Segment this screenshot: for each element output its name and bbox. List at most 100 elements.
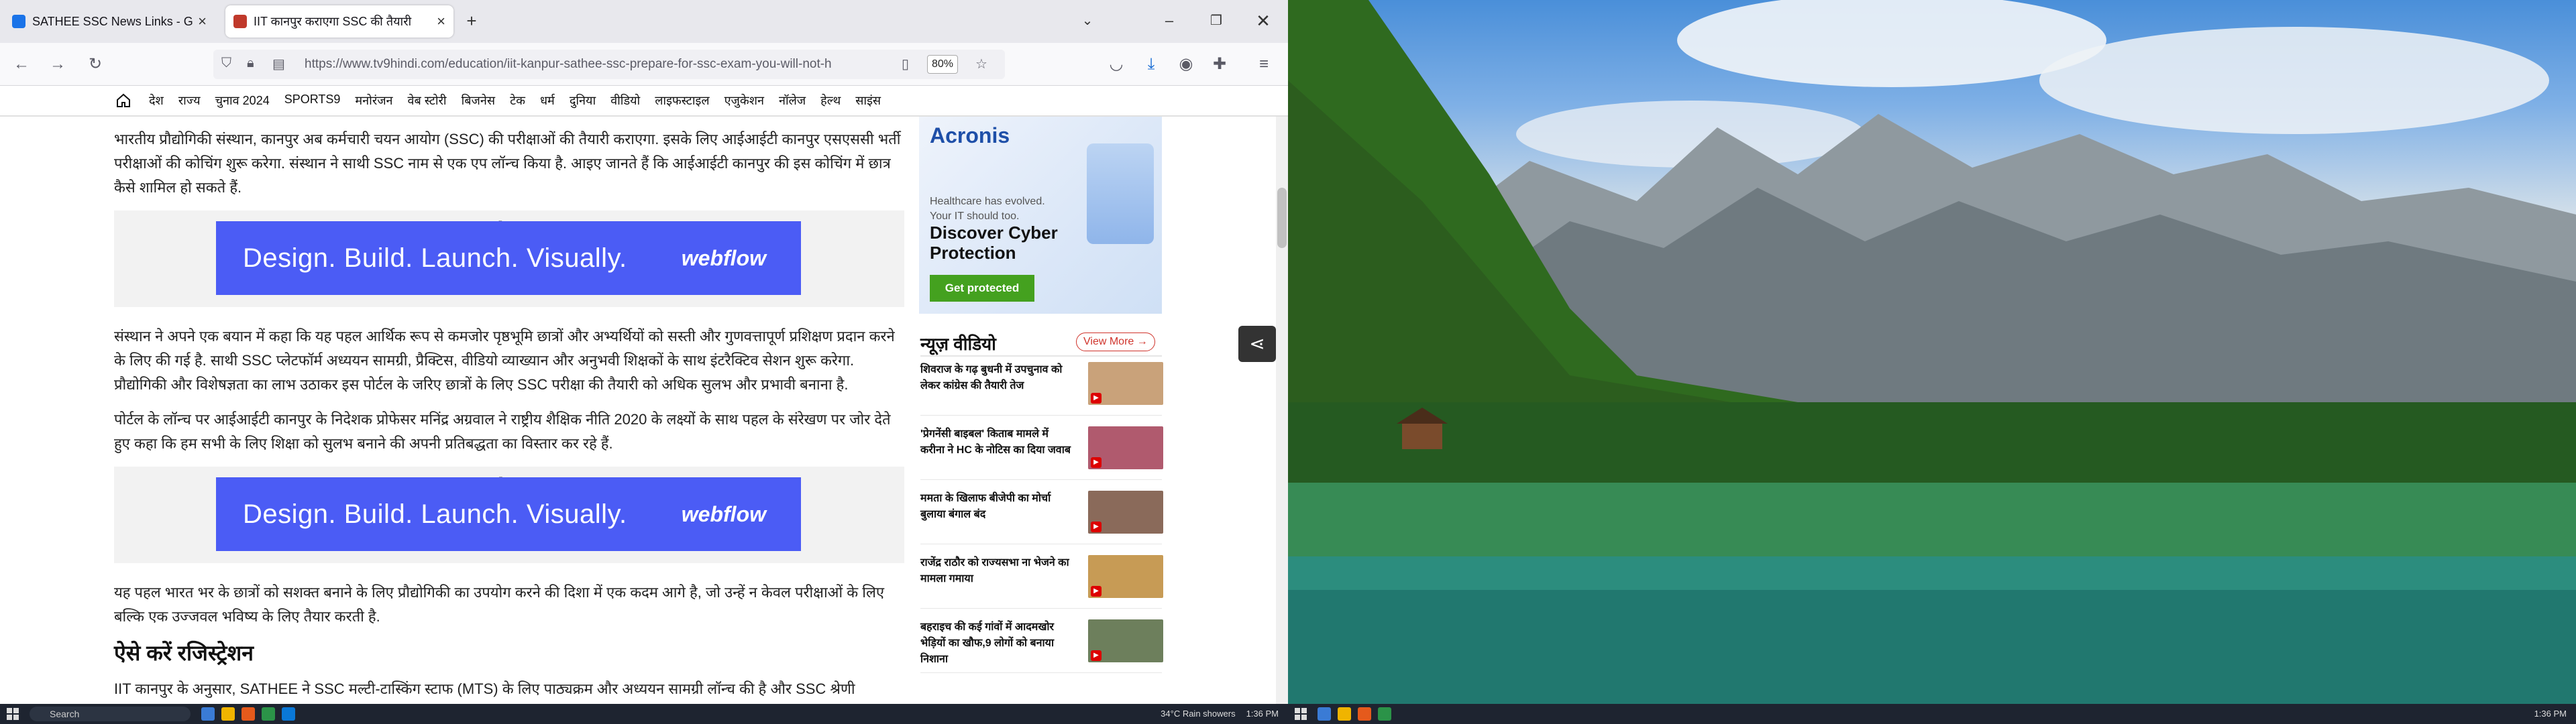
site-nav-item[interactable]: वेब स्टोरी [408, 93, 447, 109]
menu-icon[interactable]: ≡ [1252, 52, 1276, 76]
site-nav-item[interactable]: हेल्थ [820, 93, 841, 109]
news-video-item[interactable]: शिवराज के गढ़ बुधनी में उपचुनाव को लेकर … [920, 362, 1163, 416]
windows-start-icon[interactable] [7, 708, 19, 720]
bookmark-star-icon[interactable]: ☆ [975, 56, 987, 72]
news-video-item[interactable]: राजेंद्र राठौर को राज्यसभा ना भेजने का म… [920, 555, 1163, 609]
view-more-link[interactable]: View More → [1076, 333, 1155, 351]
forward-icon[interactable]: → [46, 52, 70, 76]
google-favicon-icon [12, 15, 25, 28]
clock[interactable]: 1:36 PM [2534, 709, 2567, 719]
webflow-ad[interactable]: Design. Build. Launch. Visually. webflow [216, 477, 801, 551]
tab-tv9-article[interactable]: IIT कानपुर कराएगा SSC की तैयारी × [225, 5, 453, 38]
news-video-item[interactable]: 'प्रेगनेंसी बाइबल' किताब मामले में करीना… [920, 426, 1163, 480]
chrome-icon[interactable] [1378, 707, 1391, 721]
play-icon: ▶ [1091, 650, 1102, 661]
firefox-icon[interactable] [241, 707, 255, 721]
file-explorer-icon[interactable] [1338, 707, 1351, 721]
close-window-icon[interactable]: ✕ [1252, 9, 1275, 32]
tv9-favicon-icon [233, 15, 247, 28]
reader-view-icon[interactable]: ▯ [902, 56, 909, 72]
divider [920, 355, 1162, 357]
section-heading: ऐसे करें रजिस्ट्रेशन [114, 641, 254, 665]
mountain-lake-image [1288, 0, 2576, 704]
extensions-icon[interactable]: ✚ [1208, 52, 1232, 76]
tab-title: IIT कानपुर कराएगा SSC की तैयारी [254, 15, 412, 28]
news-video-title[interactable]: ममता के खिलाफ बीजेपी का मोर्चा बुलाया बं… [920, 491, 1072, 523]
news-video-title[interactable]: शिवराज के गढ़ बुधनी में उपचुनाव को लेकर … [920, 362, 1072, 394]
play-icon: ▶ [1091, 393, 1102, 404]
news-video-item[interactable]: ममता के खिलाफ बीजेपी का मोर्चा बुलाया बं… [920, 491, 1163, 544]
restore-icon[interactable]: ❐ [1205, 9, 1228, 32]
article-paragraph: संस्थान ने अपने एक बयान में कहा कि यह पह… [114, 328, 895, 393]
site-nav-item[interactable]: साइंस [855, 93, 881, 109]
taskbar-right: 1:36 PM [1288, 704, 2576, 724]
site-nav-item[interactable]: SPORTS9 [284, 93, 341, 109]
minimize-icon[interactable]: – [1158, 9, 1181, 32]
site-nav-item[interactable]: नॉलेज [779, 93, 806, 109]
taskbar-apps [201, 707, 295, 721]
lock-icon[interactable]: 🔒︎ [247, 56, 254, 71]
file-explorer-icon[interactable] [221, 707, 235, 721]
home-icon[interactable] [115, 93, 131, 109]
site-nav-item[interactable]: दुनिया [570, 93, 596, 109]
nav-items: देश राज्य चुनाव 2024 SPORTS9 मनोरंजन वेब स्टो… [149, 93, 881, 109]
site-nav-item[interactable]: राज्य [178, 93, 201, 109]
downloads-icon[interactable]: ⤓ [1139, 52, 1163, 76]
task-view-icon[interactable] [201, 707, 215, 721]
news-video-title[interactable]: बहराइच की कई गांवों में आदमखोर भेड़ियों … [920, 619, 1072, 668]
site-nav-item[interactable]: देश [149, 93, 164, 109]
taskbar-apps [1318, 707, 1391, 721]
article-paragraph: यह पहल भारत भर के छात्रों को सशक्त बनाने… [114, 584, 885, 625]
news-video-item[interactable]: बहराइच की कई गांवों में आदमखोर भेड़ियों … [920, 619, 1163, 673]
play-icon: ▶ [1091, 522, 1102, 532]
site-nav-item[interactable]: धर्म [540, 93, 555, 109]
account-icon[interactable]: ◉ [1174, 52, 1198, 76]
zoom-level[interactable]: 80% [927, 55, 959, 74]
ad-brand: webflow [681, 246, 766, 270]
news-video-title[interactable]: 'प्रेगनेंसी बाइबल' किताब मामले में करीना… [920, 426, 1072, 459]
edge-icon[interactable] [282, 707, 295, 721]
back-icon[interactable]: ← [9, 52, 34, 76]
pocket-icon[interactable]: ◡ [1104, 52, 1128, 76]
acronis-ad[interactable]: Acronis Healthcare has evolved. Your IT … [919, 117, 1162, 314]
taskbar-left: Search 34°C Rain showers 1:36 PM [0, 704, 1288, 724]
ad-brand: webflow [681, 502, 766, 526]
close-tab-icon[interactable]: × [198, 13, 207, 30]
reload-icon[interactable]: ↻ [83, 52, 107, 76]
tab-sathee-news[interactable]: SATHEE SSC News Links - Goog × [4, 5, 215, 38]
scrollbar-thumb[interactable] [1277, 188, 1287, 248]
chrome-icon[interactable] [262, 707, 275, 721]
windows-start-icon[interactable] [1295, 708, 1307, 720]
share-icon[interactable]: ⋖ [1238, 326, 1276, 362]
search-icon[interactable] [1318, 707, 1331, 721]
firefox-icon[interactable] [1358, 707, 1371, 721]
article-paragraph: IIT कानपुर के अनुसार, SATHEE ने SSC मल्ट… [114, 680, 855, 697]
site-navigation: देश राज्य चुनाव 2024 SPORTS9 मनोरंजन वेब स्टो… [0, 86, 1288, 117]
navigation-toolbar: ← → ↻ ⛉ 🔒︎ ▤ https://www.tv9hindi.com/ed… [0, 43, 1288, 86]
list-all-tabs-icon[interactable]: ⌄ [1076, 9, 1099, 32]
ad-banner[interactable]: Bzpros Design. Build. Launch. Visually. … [114, 467, 904, 563]
site-nav-item[interactable]: मनोरंजन [355, 93, 392, 109]
weather-widget[interactable]: 34°C Rain showers [1161, 709, 1235, 719]
site-nav-item[interactable]: चुनाव 2024 [215, 93, 270, 109]
get-protected-button[interactable]: Get protected [930, 275, 1034, 302]
shield-icon[interactable]: ⛉ [221, 56, 231, 71]
close-tab-icon[interactable]: × [437, 13, 445, 30]
site-nav-item[interactable]: वीडियो [610, 93, 640, 109]
site-nav-item[interactable]: लाइफस्टाइल [655, 93, 709, 109]
news-videos-heading: न्यूज़ वीडियो [920, 334, 996, 354]
ad-subtext: Healthcare has evolved. Your IT should t… [930, 196, 1045, 222]
url-text[interactable]: https://www.tv9hindi.com/education/iit-k… [305, 57, 895, 72]
clock[interactable]: 1:36 PM [1246, 709, 1279, 719]
ad-text: Design. Build. Launch. Visually. [243, 499, 627, 529]
site-nav-item[interactable]: टेक [510, 93, 525, 109]
address-bar[interactable]: ⛉ 🔒︎ ▤ https://www.tv9hindi.com/educatio… [213, 50, 1005, 79]
news-video-title[interactable]: राजेंद्र राठौर को राज्यसभा ना भेजने का म… [920, 555, 1072, 587]
site-nav-item[interactable]: बिजनेस [462, 93, 495, 109]
ad-banner[interactable]: Banner Design. Build. Launch. Visually. … [114, 210, 904, 307]
new-tab-button[interactable]: + [460, 9, 483, 32]
page-info-icon[interactable]: ▤ [272, 56, 285, 72]
webflow-ad[interactable]: Design. Build. Launch. Visually. webflow [216, 221, 801, 295]
site-nav-item[interactable]: एजुकेशन [724, 93, 764, 109]
taskbar-search-box[interactable]: Search [30, 707, 191, 721]
